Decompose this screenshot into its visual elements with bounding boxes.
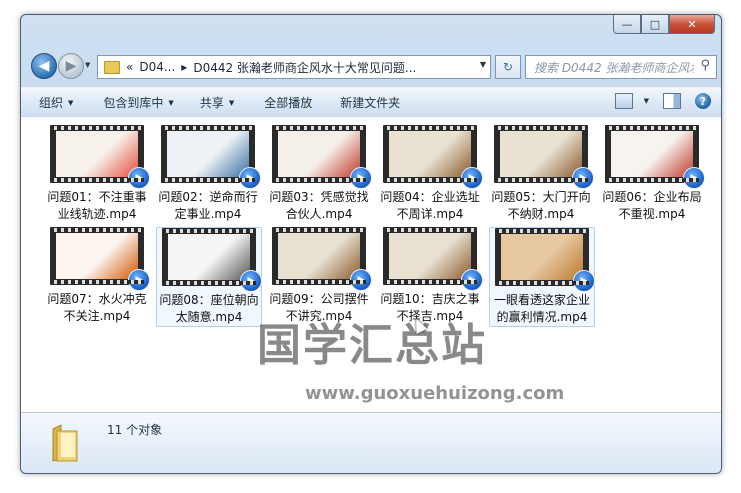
- forward-arrow-icon: ▶: [65, 58, 77, 74]
- video-thumbnail: ▶: [272, 227, 372, 291]
- view-options-dropdown[interactable]: ▼: [639, 97, 649, 105]
- file-name: 问题03：凭感觉找合伙人.mp4: [269, 190, 369, 221]
- include-in-library-menu[interactable]: 包含到库中 ▼: [103, 94, 173, 111]
- play-badge-icon: ▶: [239, 167, 261, 189]
- play-badge-icon: ▶: [128, 269, 150, 291]
- navigation-bar: ◀ ▶ ▼ « D04... ▸ D0442 张瀚老师商企风水十大常见问题...…: [27, 51, 717, 81]
- search-icon[interactable]: ⚲: [700, 58, 710, 73]
- thumbnail-frame: [278, 131, 360, 177]
- caption-buttons: — □ ✕: [613, 15, 715, 34]
- minimize-button[interactable]: —: [613, 15, 641, 34]
- thumbnail-frame: [389, 131, 471, 177]
- thumbnail-frame: [501, 234, 583, 280]
- file-name: 问题08：座位朝向太随意.mp4: [159, 293, 259, 324]
- file-name: 问题01：不注重事业线轨迹.mp4: [47, 190, 147, 221]
- organize-menu[interactable]: 组织 ▼: [39, 94, 73, 111]
- breadcrumb-overflow[interactable]: «: [126, 60, 133, 74]
- video-thumbnail: ▶: [495, 228, 595, 292]
- video-thumbnail: ▶: [383, 125, 483, 189]
- thumbnail-frame: [500, 131, 582, 177]
- search-placeholder: 搜索 D0442 张瀚老师商企风水...: [534, 60, 694, 75]
- file-item[interactable]: ▶ 问题06：企业布局不重视.mp4: [600, 125, 705, 223]
- file-name: 一眼看透这家企业的赢利情况.mp4: [493, 293, 590, 324]
- folder-icon: [104, 60, 120, 74]
- close-button[interactable]: ✕: [669, 15, 715, 34]
- refresh-button[interactable]: ↻: [495, 55, 521, 79]
- video-thumbnail: ▶: [494, 125, 594, 189]
- play-badge-icon: ▶: [128, 167, 150, 189]
- thumbnail-frame: [389, 233, 471, 279]
- file-item[interactable]: ▶ 问题07：水火冲克不关注.mp4: [45, 227, 150, 325]
- play-badge-icon: ▶: [461, 269, 483, 291]
- play-badge-icon: ▶: [350, 269, 372, 291]
- thumbnail-frame: [611, 131, 693, 177]
- watermark-url: www.guoxuehuizong.com: [305, 383, 565, 404]
- thumbnail-frame: [278, 233, 360, 279]
- video-thumbnail: ▶: [272, 125, 372, 189]
- file-item[interactable]: ▶ 问题05：大门开向不纳财.mp4: [489, 125, 594, 223]
- play-badge-icon: ▶: [572, 167, 594, 189]
- video-thumbnail: ▶: [605, 125, 705, 189]
- breadcrumb-parent[interactable]: D04...: [139, 60, 175, 74]
- file-name: 问题05：大门开向不纳财.mp4: [491, 190, 591, 221]
- chevron-down-icon: ▼: [643, 97, 649, 105]
- video-thumbnail: ▶: [162, 228, 262, 292]
- file-item[interactable]: ▶ 一眼看透这家企业的赢利情况.mp4: [489, 227, 595, 327]
- play-badge-icon: ▶: [350, 167, 372, 189]
- file-item[interactable]: ▶ 问题08：座位朝向太随意.mp4: [156, 227, 262, 327]
- thumbnail-frame: [56, 233, 138, 279]
- play-badge-icon: ▶: [683, 167, 705, 189]
- video-thumbnail: ▶: [50, 125, 150, 189]
- file-item[interactable]: ▶ 问题04：企业选址不周详.mp4: [378, 125, 483, 223]
- recent-pages-dropdown[interactable]: ▼: [85, 61, 90, 69]
- command-bar: 组织 ▼ 包含到库中 ▼ 共享 ▼ 全部播放 新建文件夹 ▼ ?: [21, 87, 721, 118]
- play-badge-icon: ▶: [240, 270, 262, 292]
- video-thumbnail: ▶: [161, 125, 261, 189]
- address-bar[interactable]: « D04... ▸ D0442 张瀚老师商企风水十大常见问题... ▼: [97, 55, 491, 79]
- folder-icon: [52, 424, 78, 462]
- thumbnail-frame: [168, 234, 250, 280]
- video-thumbnail: ▶: [383, 227, 483, 291]
- file-item[interactable]: ▶ 问题01：不注重事业线轨迹.mp4: [45, 125, 150, 223]
- address-dropdown-icon[interactable]: ▼: [480, 60, 486, 69]
- details-pane: 11 个对象: [21, 412, 721, 473]
- file-name: 问题02：逆命而行定事业.mp4: [158, 190, 258, 221]
- file-list-pane[interactable]: ▶ 问题01：不注重事业线轨迹.mp4 ▶ 问题02：逆命而行定事业.mp4 ▶ 问题03…: [21, 117, 721, 412]
- breadcrumb-separator[interactable]: ▸: [181, 60, 187, 74]
- explorer-window: — □ ✕ ◀ ▶ ▼ « D04... ▸ D0442 张瀚老师商企风水十大常…: [20, 14, 722, 474]
- preview-pane-icon[interactable]: [663, 93, 681, 109]
- file-name: 问题04：企业选址不周详.mp4: [380, 190, 480, 221]
- back-arrow-icon: ◀: [38, 58, 50, 74]
- refresh-icon: ↻: [502, 60, 514, 74]
- file-name: 问题07：水火冲克不关注.mp4: [47, 292, 147, 323]
- chevron-down-icon: ▼: [228, 98, 235, 107]
- watermark-text: 国学汇总站: [257, 320, 487, 371]
- new-folder-button[interactable]: 新建文件夹: [340, 94, 400, 111]
- chevron-down-icon: ▼: [68, 98, 74, 107]
- play-badge-icon: ▶: [573, 270, 595, 292]
- thumbnail-frame: [56, 131, 138, 177]
- play-all-button[interactable]: 全部播放: [264, 94, 312, 111]
- change-view-icon[interactable]: [614, 93, 633, 109]
- maximize-button[interactable]: □: [641, 15, 669, 34]
- item-count: 11 个对象: [107, 423, 163, 437]
- back-button[interactable]: ◀: [31, 53, 57, 79]
- play-badge-icon: ▶: [461, 167, 483, 189]
- thumbnail-frame: [167, 131, 249, 177]
- help-icon[interactable]: ?: [695, 93, 711, 109]
- video-thumbnail: ▶: [50, 227, 150, 291]
- forward-button[interactable]: ▶: [58, 53, 84, 79]
- search-input[interactable]: 搜索 D0442 张瀚老师商企风水... ⚲: [525, 55, 717, 79]
- breadcrumb-current[interactable]: D0442 张瀚老师商企风水十大常见问题...: [193, 59, 416, 76]
- share-menu[interactable]: 共享 ▼: [200, 94, 234, 111]
- file-item[interactable]: ▶ 问题03：凭感觉找合伙人.mp4: [267, 125, 372, 223]
- chevron-down-icon: ▼: [168, 98, 174, 107]
- file-item[interactable]: ▶ 问题02：逆命而行定事业.mp4: [156, 125, 261, 223]
- file-name: 问题06：企业布局不重视.mp4: [602, 190, 702, 221]
